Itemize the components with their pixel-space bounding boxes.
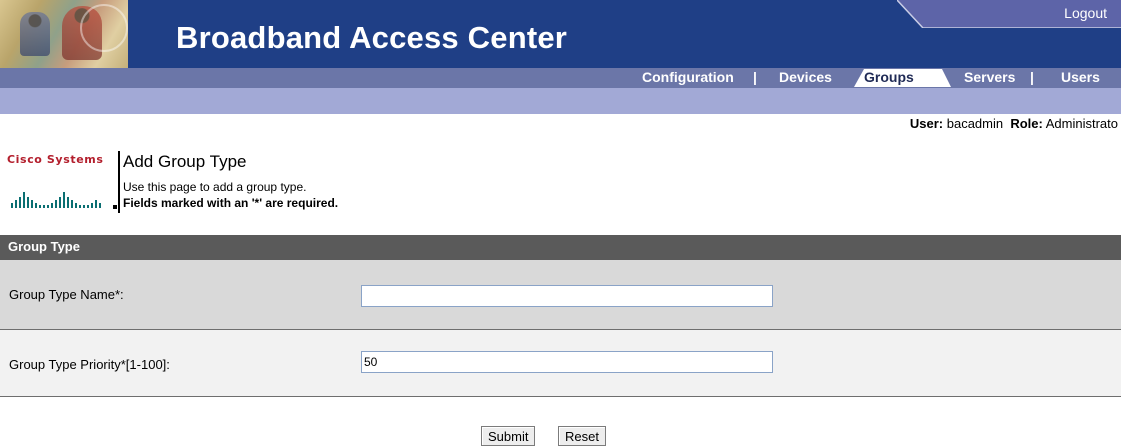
logout-tab[interactable]: Logout bbox=[897, 0, 1121, 28]
user-label: User: bbox=[909, 116, 944, 131]
submit-button[interactable]: Submit bbox=[481, 426, 536, 446]
group-type-name-label: Group Type Name*: bbox=[9, 287, 124, 302]
sub-nav-bar bbox=[0, 88, 1121, 114]
form-row-group-type-name: Group Type Name*: bbox=[0, 260, 1121, 330]
group-type-priority-label: Group Type Priority*[1-100]: bbox=[9, 357, 170, 372]
logout-link[interactable]: Logout bbox=[1064, 5, 1107, 21]
role-value: Administrato bbox=[1045, 116, 1118, 131]
user-info: User: bacadmin Role: Administrato bbox=[910, 116, 1118, 131]
main-nav: Configuration | Devices Groups Servers |… bbox=[0, 68, 1121, 88]
nav-item-groups[interactable]: Groups bbox=[852, 68, 952, 88]
form-row-group-type-priority: Group Type Priority*[1-100]: bbox=[0, 330, 1121, 397]
page-title: Add Group Type bbox=[123, 152, 247, 171]
nav-separator: | bbox=[1030, 69, 1034, 85]
nav-item-groups-label: Groups bbox=[864, 69, 914, 85]
required-note: Fields marked with an '*' are required. bbox=[123, 196, 339, 210]
header-banner: Broadband Access Center Logout bbox=[0, 0, 1121, 68]
nav-separator: | bbox=[753, 69, 757, 85]
user-value: bacadmin bbox=[946, 116, 1004, 131]
role-label: Role: bbox=[1010, 116, 1043, 131]
app-title: Broadband Access Center bbox=[176, 20, 568, 55]
heading-divider bbox=[118, 151, 120, 213]
group-type-priority-input[interactable] bbox=[361, 351, 773, 373]
group-type-name-input[interactable] bbox=[361, 285, 773, 307]
section-header: Group Type bbox=[0, 235, 1121, 260]
reset-button[interactable]: Reset bbox=[558, 426, 606, 446]
page-description: Use this page to add a group type. bbox=[123, 180, 307, 194]
nav-item-servers[interactable]: Servers bbox=[964, 69, 1015, 85]
banner-image bbox=[0, 0, 128, 68]
nav-item-devices[interactable]: Devices bbox=[779, 69, 832, 85]
section-title: Group Type bbox=[8, 239, 80, 254]
cisco-logo-text: Cisco Systems bbox=[7, 153, 104, 166]
cisco-logo-icon bbox=[7, 167, 117, 211]
nav-item-users[interactable]: Users bbox=[1061, 69, 1100, 85]
nav-item-configuration[interactable]: Configuration bbox=[642, 69, 734, 85]
